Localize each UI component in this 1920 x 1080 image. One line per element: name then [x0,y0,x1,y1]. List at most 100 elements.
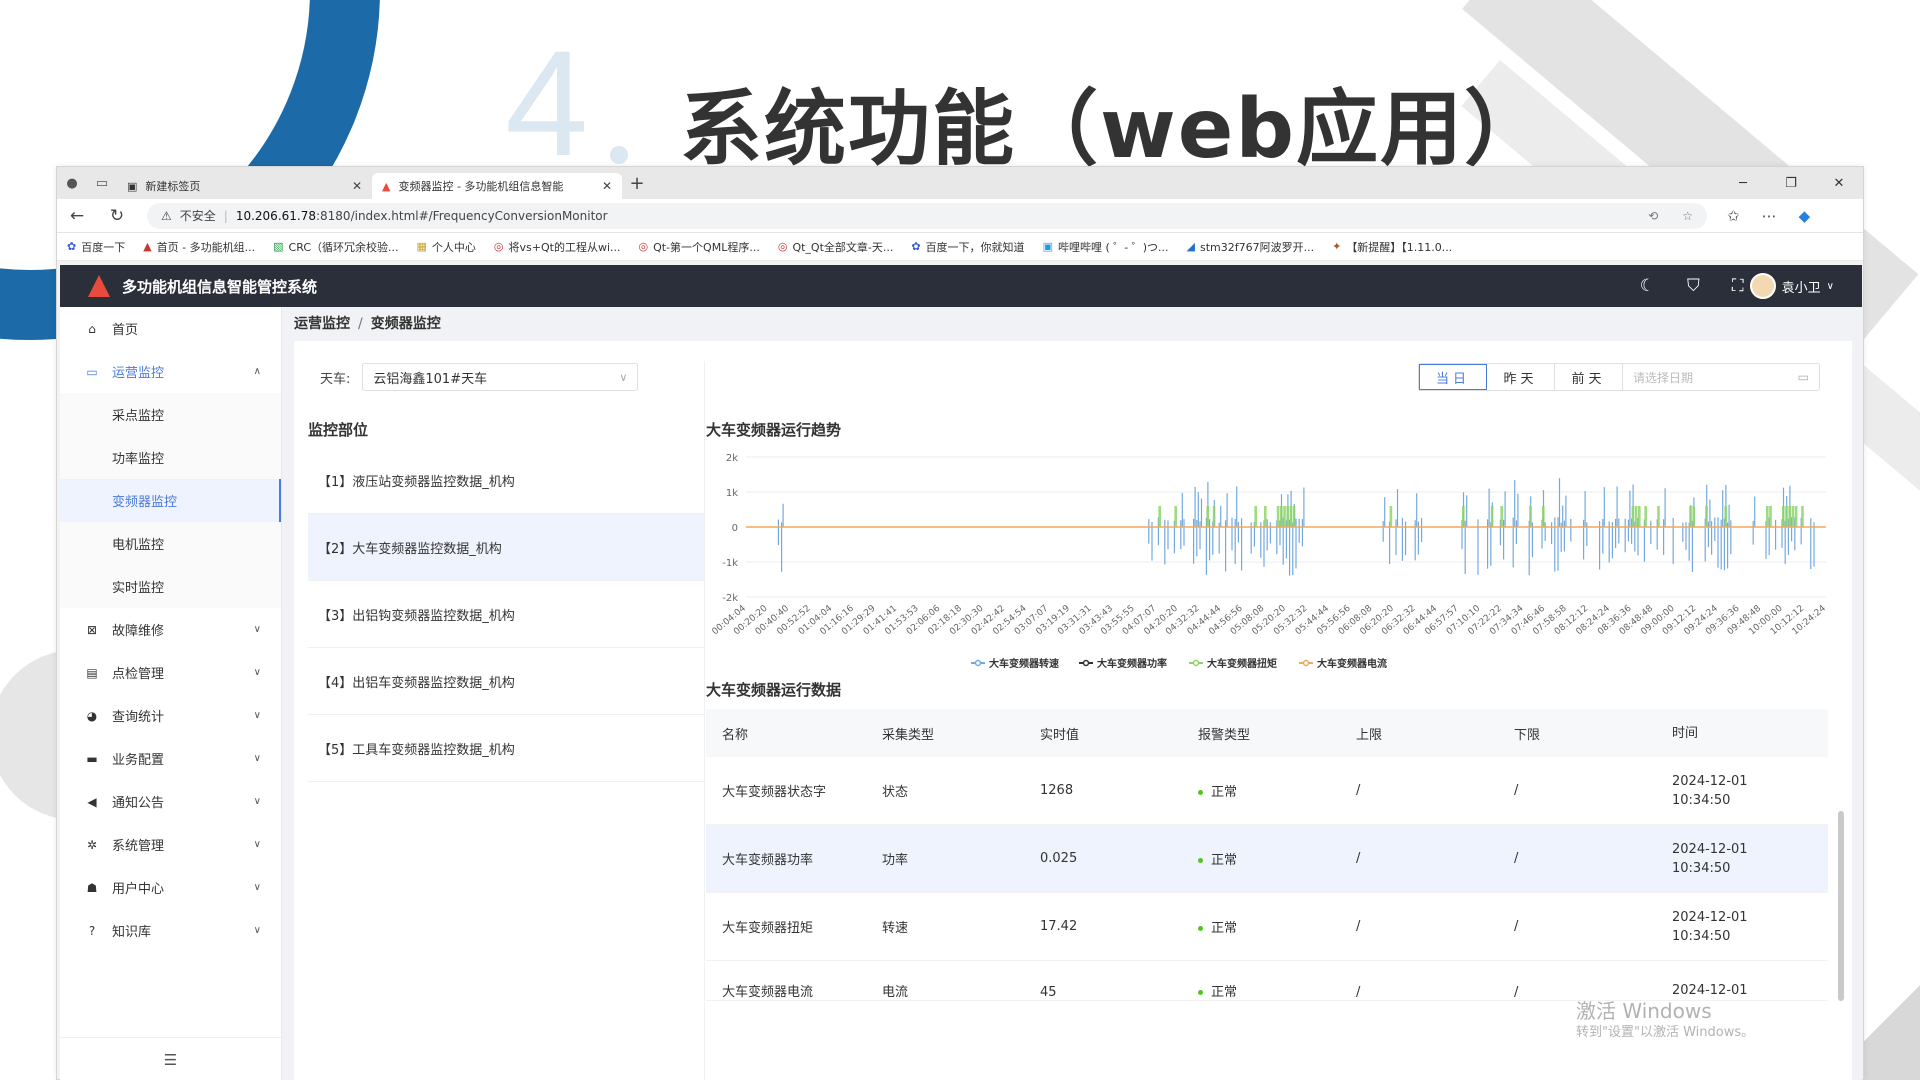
collapse-sidebar-button[interactable]: ☰ [60,1037,281,1080]
tab-new-tab[interactable]: ▣ 新建标签页 ✕ [117,173,372,199]
sidebar-item-config[interactable]: ▬ 业务配置 ∨ [60,737,281,780]
breadcrumb-item[interactable]: 运营监控 [294,316,350,332]
torque-bar [1788,506,1791,527]
reload-icon[interactable]: ↻ [97,206,137,226]
bookmark-item[interactable]: ✿ 百度一下 [67,239,125,255]
bookmark-label: 百度一下，你就知道 [925,240,1025,254]
torque-bar [1657,506,1660,527]
legend-label: 大车变频器转速 [989,657,1059,670]
fullscreen-icon[interactable]: ⛶ [1732,276,1744,296]
table-row[interactable]: 大车变频器功率 功率 0.025 正常 / / 2024-12-01 10:34:… [706,825,1828,893]
user-menu[interactable]: 袁小卫 ∨ [1749,273,1834,299]
sidebar-item-home[interactable]: ⌂ 首页 [60,307,281,350]
sidebar-subitem[interactable]: 采点监控 [60,393,281,436]
part-item-active[interactable]: 【2】大车变频器监控数据_机构 [308,514,704,581]
folder-icon: ▦ [416,240,427,253]
close-icon[interactable]: ✕ [602,179,612,193]
favorites-icon[interactable]: ✩ [1727,207,1740,225]
bookmark-item[interactable]: ✦ 【新提醒】【1.11.0... [1332,239,1452,255]
table-row[interactable]: 大车变频器状态字 状态 1268 正常 / / 2024-12-01 10:34:… [706,757,1828,825]
tab-actions-icon[interactable]: ▭ [87,167,117,199]
sidebar-subitem[interactable]: 实时监控 [60,565,281,608]
part-item[interactable]: 【4】出铝车变频器监控数据_机构 [308,648,704,715]
more-icon[interactable]: ⋯ [1762,207,1777,225]
table-row[interactable]: 大车变频器扭矩 转速 17.42 正常 / / 2024-12-01 10:34:… [706,893,1828,961]
bookmark-item[interactable]: ▣ 哔哩哔哩 ( ゜- ゜)つ... [1043,239,1169,255]
translate-icon[interactable]: ⟲ [1648,209,1658,223]
sidebar-item-repair[interactable]: ⊠ 故障维修 ∨ [60,608,281,651]
date-text: 2024-12-01 [1672,909,1748,925]
sidebar-item-knowledge[interactable]: ? 知识库 ∨ [60,909,281,952]
sidebar-subitem[interactable]: 电机监控 [60,522,281,565]
bookmark-item[interactable]: ▦ 个人中心 [417,239,476,255]
wave-icon: ◢ [1186,240,1195,253]
torque-bar [1529,506,1532,527]
column-header: 报警类型 [1198,727,1251,743]
sidebar-item-inspection[interactable]: ▤ 点检管理 ∨ [60,651,281,694]
security-label: 不安全 [179,209,216,223]
profile-icon[interactable]: ● [57,167,87,199]
sidebar-item-notice[interactable]: ◀ 通知公告 ∨ [60,780,281,823]
paw-icon: ✿ [911,240,921,253]
close-window-icon[interactable]: ✕ [1815,176,1863,191]
bookmark-item[interactable]: ▲ 首页 - 多功能机组... [143,239,255,255]
copilot-icon[interactable]: ◆ [1799,207,1811,225]
torque-bar [1801,506,1804,527]
browser-window: ● ▭ ▣ 新建标签页 ✕ ▲ 变频器监控 - 多功能机组信息智能 ✕ + ─ … [56,166,1864,1080]
torque-bar [1254,506,1257,527]
bookmark-item[interactable]: ◢ stm32f767阿波罗开... [1187,239,1315,255]
y-tick-label: -1k [722,558,738,569]
bookmark-label: CRC（循环冗余校验... [288,240,399,254]
crane-select[interactable]: 云铝海鑫101#天车 ∨ [362,363,639,391]
star-icon[interactable]: ☆ [1682,209,1693,223]
date-picker[interactable]: 请选择日期 ▭ [1623,364,1819,390]
part-item[interactable]: 【1】液压站变频器监控数据_机构 [308,447,704,514]
sidebar-item-users[interactable]: ☗ 用户中心 ∨ [60,866,281,909]
sidebar-subitem-active[interactable]: 变频器监控 [60,479,281,522]
back-icon[interactable]: ← [57,206,97,226]
bookmark-item[interactable]: ◎ 将vs+Qt的工程从wi... [494,239,621,255]
torque-bar [1785,506,1788,527]
sidebar-item-label: 变频器监控 [112,495,178,510]
tab-active[interactable]: ▲ 变频器监控 - 多功能机组信息智能 ✕ [372,173,622,199]
table-title: 大车变频器运行数据 [706,681,842,699]
crane-label: 天车: [320,371,351,387]
theme-moon-icon[interactable]: ☾ [1640,276,1655,296]
bookmark-item[interactable]: ◎ Qt_Qt全部文章-天... [778,239,894,255]
yesterday-button[interactable]: 昨天 [1487,364,1555,390]
sidebar-item-operations[interactable]: ▭ 运营监控 ∧ [60,350,281,393]
sidebar-subitem[interactable]: 功率监控 [60,436,281,479]
bookmark-item[interactable]: ◎ Qt-第一个QML程序... [639,239,760,255]
parts-title: 监控部位 [308,421,369,439]
column-header: 时间 [1672,725,1699,741]
table-cell: / [1356,851,1361,866]
column-header: 下限 [1514,727,1541,743]
part-item[interactable]: 【3】出铝钩变频器监控数据_机构 [308,581,704,648]
url-field[interactable]: ⚠ 不安全 | 10.206.61.78:8180/index.html#/Fr… [147,202,1707,229]
date-switcher: 当日 昨天 前天 请选择日期 ▭ [1418,363,1820,391]
table-cell: 0.025 [1040,851,1078,866]
today-button[interactable]: 当日 [1419,364,1487,390]
bookmark-item[interactable]: ✿ 百度一下，你就知道 [911,239,1024,255]
day-before-button[interactable]: 前天 [1555,364,1623,390]
page-icon: ▣ [127,179,138,193]
sidebar-item-stats[interactable]: ◕ 查询统计 ∨ [60,694,281,737]
data-table: 名称 采集类型 实时值 报警类型 上限 下限 时间 大车变频器状态字 状态 12… [706,709,1828,1001]
close-icon[interactable]: ✕ [352,179,362,193]
user-name: 袁小卫 [1781,280,1821,296]
url-host: 10.206.61.78 [235,208,316,223]
new-tab-button[interactable]: + [622,173,652,194]
minimize-icon[interactable]: ─ [1719,176,1767,191]
restore-icon[interactable]: ❐ [1767,176,1815,191]
bookmark-item[interactable]: ▧ CRC（循环冗余校验... [273,239,398,255]
table-row[interactable]: 大车变频器电流 电流 45 正常 / / 2024-12-01 [706,961,1828,1001]
sidebar-item-label: 用户中心 [112,882,165,897]
part-item[interactable]: 【5】工具车变频器监控数据_机构 [308,715,704,782]
column-header: 名称 [722,727,749,743]
sidebar-item-label: 采点监控 [112,409,165,424]
table-scrollbar[interactable] [1838,811,1844,1001]
breadcrumb-item: 变频器监控 [370,316,441,332]
status-text: 正常 [1211,785,1238,800]
sidebar-item-system[interactable]: ✲ 系统管理 ∨ [60,823,281,866]
shirt-icon[interactable]: ⛉ [1687,276,1700,296]
